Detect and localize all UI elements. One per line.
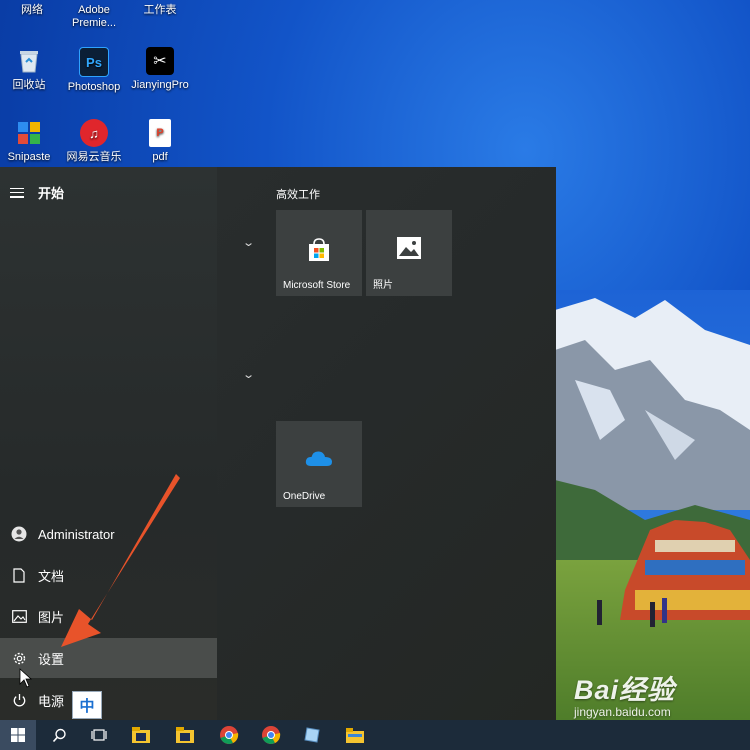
tile-label: 照片 (373, 280, 393, 291)
tile-label: Microsoft Store (283, 280, 351, 291)
collapse-group-2-chevron-icon[interactable]: ⌄ (242, 368, 255, 381)
hamburger-menu-icon[interactable] (10, 187, 24, 198)
tile-group-label: 高效工作 (276, 189, 320, 201)
netease-music-label: 网易云音乐 (66, 151, 122, 163)
documents-label: 文档 (38, 568, 65, 584)
photoshop-icon: Ps (79, 47, 109, 77)
store-icon (276, 236, 362, 264)
taskbar-chrome-1[interactable] (210, 720, 248, 750)
pictures-item[interactable]: 图片 (0, 596, 217, 636)
watermark-url: jingyan.baidu.com (574, 705, 671, 719)
pdf-label: pdf (152, 151, 168, 163)
watermark-logo: Bai经验 (574, 675, 676, 705)
file-explorer-icon (132, 727, 150, 743)
collapse-group-1-chevron-icon[interactable]: ⌄ (242, 236, 255, 249)
power-icon (0, 693, 38, 708)
gear-icon (0, 651, 38, 666)
desktop-icon-recycle-bin[interactable]: 回收站 (0, 47, 61, 92)
tile-photos[interactable]: 照片 (366, 210, 452, 296)
search-icon (52, 728, 66, 742)
windows-start-icon (11, 728, 25, 742)
windows-start-button[interactable] (0, 720, 36, 750)
documents-item[interactable]: 文档 (0, 555, 217, 595)
user-name: Administrator (38, 526, 115, 542)
taskbar-folder[interactable] (336, 720, 374, 750)
desktop-icon-pdf[interactable]: P pdf (128, 119, 192, 164)
desktop-icon-photoshop[interactable]: Ps Photoshop (62, 47, 126, 94)
taskbar-app-1[interactable] (122, 720, 160, 750)
tile-microsoft-store[interactable]: Microsoft Store (276, 210, 362, 296)
start-menu-header: 开始 (10, 183, 64, 202)
netease-music-icon: ♫ (80, 119, 108, 147)
folder-icon (346, 728, 364, 743)
notepad-icon (304, 727, 320, 743)
jianying-label: JianyingPro (131, 79, 189, 91)
baidu-jingyan-watermark: Bai经验 jingyan.baidu.com (574, 668, 675, 719)
snipaste-label: Snipaste (7, 151, 51, 163)
desktop-label-worksheet[interactable]: 工作表 (128, 4, 192, 17)
user-icon (0, 526, 38, 542)
settings-label: 设置 (38, 651, 65, 667)
chrome-icon (262, 726, 281, 744)
desktop-label-network[interactable]: 网络 (0, 4, 64, 17)
tile-onedrive[interactable]: OneDrive (276, 421, 362, 507)
user-account-item[interactable]: Administrator (0, 514, 217, 554)
start-menu: 开始 Administrator 文档 图片 设置 电源 高效工作 ⌄ ⌄ Mi… (0, 167, 556, 720)
power-item[interactable]: 电源 (0, 680, 217, 720)
pictures-label: 图片 (38, 609, 65, 625)
pictures-icon (0, 609, 38, 623)
desktop-label-premiere[interactable]: Adobe Premie... (62, 4, 126, 30)
photoshop-label: Photoshop (67, 81, 121, 93)
tile-label: OneDrive (283, 491, 326, 502)
taskbar (0, 720, 750, 750)
power-label: 电源 (38, 693, 65, 709)
taskbar-search-button[interactable] (40, 720, 78, 750)
task-view-button[interactable] (80, 720, 118, 750)
taskbar-chrome-2[interactable] (252, 720, 290, 750)
desktop-icon-netease-music[interactable]: ♫ 网易云音乐 (62, 119, 126, 164)
pdf-icon: P (149, 119, 171, 147)
wallpaper-scenery (555, 290, 750, 720)
taskbar-app-2[interactable] (166, 720, 204, 750)
task-view-icon (91, 729, 107, 741)
chrome-icon (220, 726, 239, 744)
photos-icon (366, 236, 452, 260)
ime-indicator[interactable]: 中 (72, 691, 102, 719)
recycle-bin-icon (15, 47, 43, 75)
document-icon (0, 567, 38, 583)
settings-item[interactable]: 设置 (0, 638, 217, 678)
taskbar-notepad[interactable] (294, 720, 332, 750)
onedrive-icon (276, 447, 362, 469)
start-title: 开始 (38, 186, 65, 201)
recycle-bin-label: 回收站 (12, 79, 46, 91)
snipaste-icon (15, 119, 43, 147)
jianying-icon: ✂ (146, 47, 174, 75)
desktop-icon-jianying[interactable]: ✂ JianyingPro (128, 47, 192, 92)
desktop-icon-snipaste[interactable]: Snipaste (0, 119, 61, 164)
file-explorer-icon (176, 727, 194, 743)
